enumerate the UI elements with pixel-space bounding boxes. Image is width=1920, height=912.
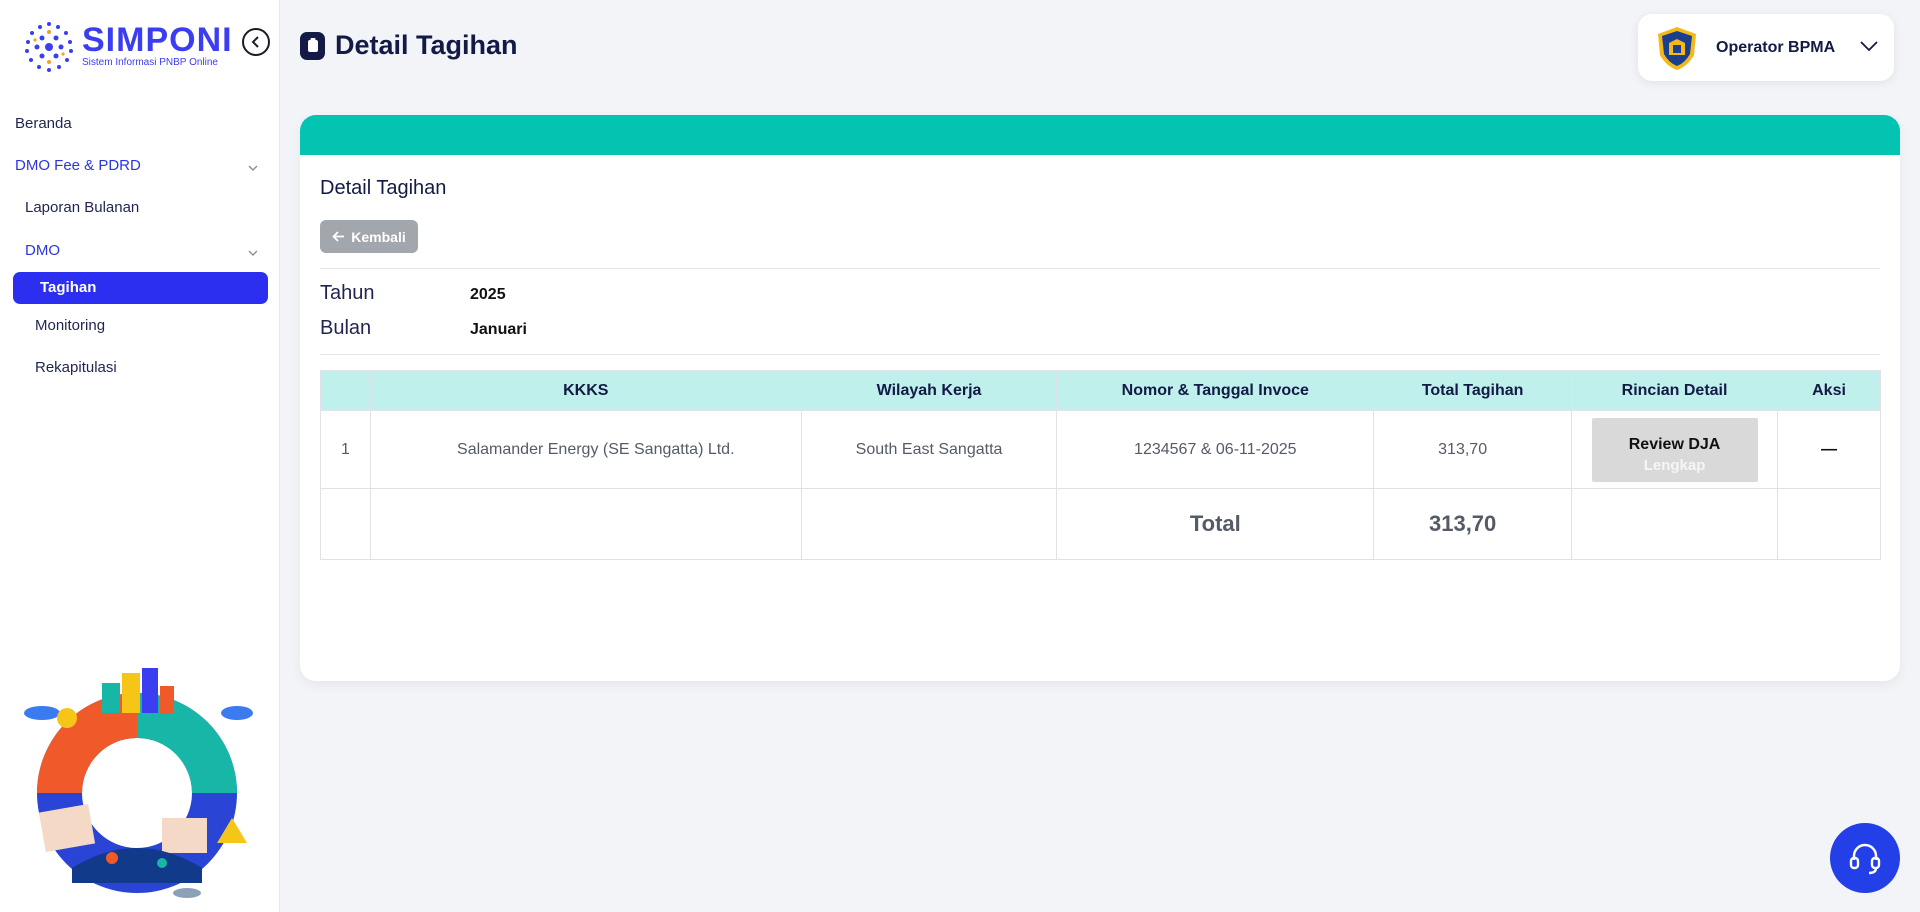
logo-subtitle: Sistem Informasi PNBP Online bbox=[82, 57, 218, 68]
back-button-label: Kembali bbox=[351, 228, 406, 245]
card-header-band bbox=[300, 115, 1900, 155]
tahun-value: 2025 bbox=[470, 286, 506, 303]
total-tagihan-cell: 313,70 bbox=[1373, 410, 1573, 489]
table-row: 1 Salamander Energy (SE Sangatta) Ltd. S… bbox=[320, 410, 1881, 489]
aksi-cell: — bbox=[1777, 410, 1881, 489]
chevron-down-icon bbox=[1860, 41, 1878, 52]
chevron-left-icon bbox=[251, 36, 259, 48]
user-menu[interactable]: Operator BPMA bbox=[1638, 14, 1894, 81]
header-kkks: KKKS bbox=[369, 370, 802, 411]
rincian-detail-cell: Review DJA Lengkap bbox=[1571, 410, 1779, 489]
sidebar-item-monitoring[interactable]: Monitoring bbox=[35, 317, 105, 334]
page-title: Detail Tagihan bbox=[300, 30, 518, 61]
invoice-cell: 1234567 & 06-11-2025 bbox=[1056, 410, 1375, 489]
tahun-label: Tahun bbox=[320, 282, 375, 304]
sidebar: SIMPONI Sistem Informasi PNBP Online Ber… bbox=[0, 0, 280, 912]
help-chat-button[interactable] bbox=[1830, 823, 1900, 893]
logo-dots-icon bbox=[25, 22, 73, 72]
review-status-label: Lengkap bbox=[1643, 456, 1706, 474]
divider bbox=[320, 268, 1880, 269]
total-value: 313,70 bbox=[1373, 488, 1573, 560]
header-invoice: Nomor & Tanggal Invoce bbox=[1056, 370, 1375, 411]
arrow-left-icon bbox=[332, 231, 345, 242]
card-title: Detail Tagihan bbox=[320, 177, 447, 199]
table-header-row: KKKS Wilayah Kerja Nomor & Tanggal Invoc… bbox=[320, 370, 1881, 411]
total-row: Total 313,70 bbox=[320, 488, 1881, 560]
empty-cell bbox=[800, 488, 1058, 560]
sidebar-item-tagihan[interactable]: Tagihan bbox=[13, 272, 268, 304]
clipboard-icon bbox=[300, 31, 325, 60]
headset-icon bbox=[1849, 843, 1881, 875]
sidebar-item-label: DMO Fee & PDRD bbox=[15, 157, 141, 174]
total-label: Total bbox=[1056, 488, 1375, 560]
sidebar-item-beranda[interactable]: Beranda bbox=[15, 115, 72, 132]
bulan-value: Januari bbox=[470, 321, 527, 338]
sidebar-item-laporan-bulanan[interactable]: Laporan Bulanan bbox=[25, 199, 139, 216]
divider bbox=[320, 354, 1880, 355]
sidebar-item-dmo[interactable]: DMO bbox=[25, 242, 270, 259]
back-button[interactable]: Kembali bbox=[320, 220, 418, 253]
chevron-down-icon bbox=[248, 165, 258, 171]
empty-cell bbox=[320, 488, 371, 560]
user-name: Operator BPMA bbox=[1716, 38, 1836, 56]
review-dja-label: Review DJA bbox=[1628, 435, 1721, 453]
header-total-tagihan: Total Tagihan bbox=[1373, 370, 1573, 411]
sidebar-item-label: DMO bbox=[25, 242, 60, 259]
wilayah-cell: South East Sangatta bbox=[800, 410, 1058, 489]
review-dja-button[interactable]: Review DJA Lengkap bbox=[1591, 417, 1758, 482]
empty-cell bbox=[369, 488, 802, 560]
sidebar-item-dmo-fee-pdrd[interactable]: DMO Fee & PDRD bbox=[15, 157, 270, 174]
bulan-label: Bulan bbox=[320, 317, 372, 339]
logo-title: SIMPONI bbox=[82, 21, 233, 59]
chevron-down-icon bbox=[248, 250, 258, 256]
kkks-cell: Salamander Energy (SE Sangatta) Ltd. bbox=[369, 410, 802, 489]
empty-cell bbox=[1571, 488, 1779, 560]
sidebar-illustration bbox=[24, 668, 253, 898]
header-wilayah-kerja: Wilayah Kerja bbox=[800, 370, 1058, 411]
page-title-text: Detail Tagihan bbox=[335, 30, 518, 60]
sidebar-item-rekapitulasi[interactable]: Rekapitulasi bbox=[35, 359, 117, 376]
app-logo[interactable]: SIMPONI Sistem Informasi PNBP Online bbox=[20, 18, 233, 78]
tagihan-table: KKKS Wilayah Kerja Nomor & Tanggal Invoc… bbox=[320, 370, 1881, 560]
header-rincian-detail: Rincian Detail bbox=[1571, 370, 1779, 411]
kemenkeu-logo-icon bbox=[1658, 26, 1696, 70]
detail-tagihan-card: Detail Tagihan Kembali Tahun 2025 Bulan … bbox=[300, 115, 1900, 681]
row-number: 1 bbox=[320, 410, 371, 489]
header-aksi: Aksi bbox=[1777, 370, 1881, 411]
header-no bbox=[320, 370, 371, 411]
empty-cell bbox=[1777, 488, 1881, 560]
collapse-sidebar-button[interactable] bbox=[242, 28, 270, 56]
